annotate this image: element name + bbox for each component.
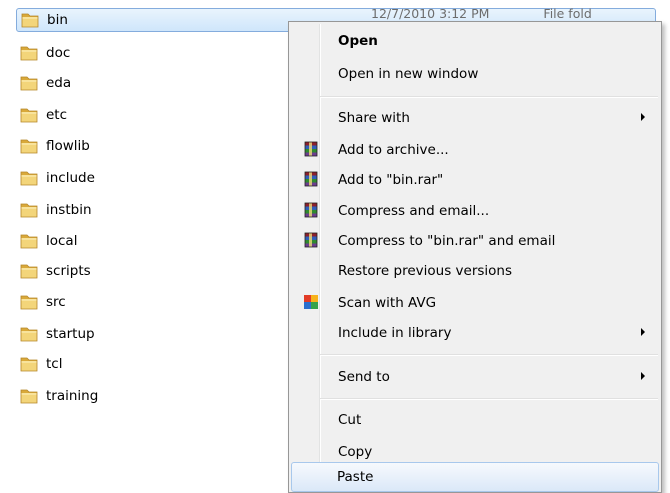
file-name: startup	[46, 326, 95, 342]
file-date: 12/7/2010 3:12 PM	[371, 6, 490, 21]
menu-label: Include in library	[338, 325, 452, 341]
folder-icon	[20, 74, 38, 92]
file-name: training	[46, 388, 99, 404]
winrar-icon	[303, 232, 319, 248]
menu-item-paste[interactable]: Paste	[291, 462, 659, 492]
folder-icon	[20, 106, 38, 124]
menu-label: Cut	[338, 412, 362, 428]
file-name: local	[46, 233, 78, 249]
folder-icon	[20, 262, 38, 280]
avg-icon	[303, 294, 319, 310]
file-name: scripts	[46, 263, 91, 279]
menu-item-restore-versions[interactable]: Restore previous versions	[291, 256, 659, 286]
file-name: src	[46, 294, 66, 310]
folder-icon	[20, 325, 38, 343]
winrar-icon	[303, 141, 319, 157]
chevron-right-icon	[641, 328, 645, 336]
file-meta: 12/7/2010 3:12 PM File fold	[371, 6, 592, 21]
file-name: bin	[47, 12, 68, 28]
file-name: flowlib	[46, 138, 90, 154]
menu-label: Send to	[338, 369, 390, 385]
file-name: tcl	[46, 356, 63, 372]
menu-label: Paste	[337, 469, 374, 485]
menu-label: Share with	[338, 110, 410, 126]
menu-label: Copy	[338, 444, 373, 460]
menu-label: Add to "bin.rar"	[338, 172, 444, 188]
menu-item-scan-avg[interactable]: Scan with AVG	[291, 288, 659, 318]
menu-separator	[320, 96, 658, 98]
menu-item-add-to-archive[interactable]: Add to archive...	[291, 135, 659, 165]
file-type: File fold	[543, 6, 592, 21]
menu-item-open[interactable]: Open	[291, 26, 659, 56]
menu-label: Open in new window	[338, 66, 479, 82]
folder-icon	[21, 11, 39, 29]
folder-icon	[20, 293, 38, 311]
file-name: include	[46, 170, 95, 186]
menu-item-open-new-window[interactable]: Open in new window	[291, 59, 659, 89]
file-name: instbin	[46, 202, 92, 218]
menu-item-compress-rar-email[interactable]: Compress to "bin.rar" and email	[291, 226, 659, 256]
menu-item-send-to[interactable]: Send to	[291, 362, 659, 392]
context-menu: Open Open in new window Share with Add t…	[288, 21, 662, 493]
menu-label: Compress to "bin.rar" and email	[338, 233, 556, 249]
chevron-right-icon	[641, 372, 645, 380]
menu-item-share-with[interactable]: Share with	[291, 103, 659, 133]
folder-icon	[20, 169, 38, 187]
menu-label: Restore previous versions	[338, 263, 513, 279]
folder-icon	[20, 137, 38, 155]
menu-label: Scan with AVG	[338, 295, 437, 311]
folder-icon	[20, 232, 38, 250]
menu-label: Compress and email...	[338, 203, 490, 219]
folder-icon	[20, 201, 38, 219]
folder-icon	[20, 387, 38, 405]
menu-item-compress-email[interactable]: Compress and email...	[291, 196, 659, 226]
file-name: eda	[46, 75, 72, 91]
folder-icon	[20, 44, 38, 62]
menu-item-include-library[interactable]: Include in library	[291, 318, 659, 348]
chevron-right-icon	[641, 113, 645, 121]
file-name: etc	[46, 107, 68, 123]
file-name: doc	[46, 45, 71, 61]
winrar-icon	[303, 202, 319, 218]
menu-label: Add to archive...	[338, 142, 449, 158]
menu-item-add-to-rar[interactable]: Add to "bin.rar"	[291, 165, 659, 195]
menu-item-cut[interactable]: Cut	[291, 405, 659, 435]
winrar-icon	[303, 171, 319, 187]
folder-icon	[20, 355, 38, 373]
menu-separator	[320, 354, 658, 356]
menu-separator	[320, 398, 658, 400]
menu-label: Open	[338, 33, 378, 49]
